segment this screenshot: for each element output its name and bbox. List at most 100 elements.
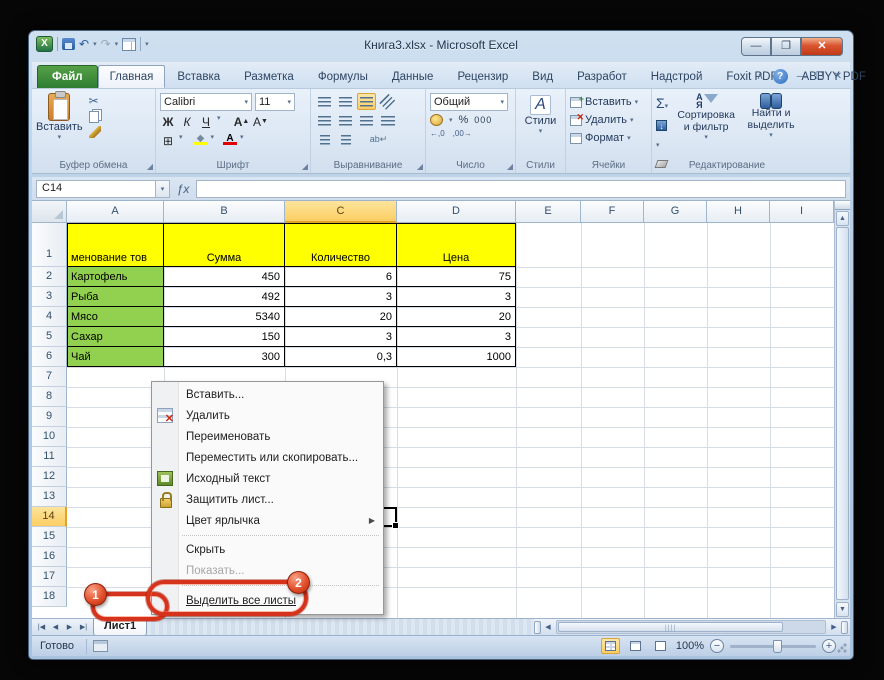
cut-icon[interactable]: ✂ — [89, 95, 101, 108]
number-format-combo[interactable]: Общий▾ — [430, 93, 508, 111]
menu-item-move-copy[interactable]: Переместить или скопировать... — [152, 447, 383, 468]
cell-a4[interactable]: Мясо — [67, 307, 164, 327]
name-box-dropdown-icon[interactable]: ▾ — [156, 180, 170, 198]
align-right-icon[interactable] — [357, 112, 376, 129]
cell-b1[interactable]: Сумма — [164, 223, 285, 267]
zoom-slider-thumb[interactable] — [773, 640, 782, 653]
tab-file[interactable]: Файл — [37, 65, 98, 88]
row-header[interactable]: 9 — [32, 407, 67, 427]
tab-home[interactable]: Главная — [98, 65, 166, 88]
cell-c3[interactable]: 3 — [285, 287, 397, 307]
cell-c4[interactable]: 20 — [285, 307, 397, 327]
font-dialog-launcher-icon[interactable]: ◢ — [302, 162, 308, 171]
tab-data[interactable]: Данные — [380, 65, 446, 88]
decrease-decimal-icon[interactable]: ,00→ — [453, 129, 472, 138]
decrease-indent-icon[interactable] — [315, 131, 334, 148]
menu-item-protect-sheet[interactable]: Защитить лист... — [152, 489, 383, 510]
doc-restore-icon[interactable]: ❐ — [816, 71, 825, 82]
scroll-up-icon[interactable]: ▲ — [836, 211, 849, 226]
underline-button[interactable]: Ч — [198, 114, 214, 130]
next-sheet-icon[interactable]: ▶ — [63, 621, 76, 634]
column-header-a[interactable]: A — [67, 201, 164, 223]
cell-c6[interactable]: 0,3 — [285, 347, 397, 367]
column-header-b[interactable]: B — [164, 201, 285, 223]
font-color-icon[interactable]: А — [223, 133, 237, 149]
italic-button[interactable]: К — [179, 114, 195, 130]
font-size-combo[interactable]: 11▾ — [255, 93, 295, 111]
cell-c2[interactable]: 6 — [285, 267, 397, 287]
align-left-icon[interactable] — [315, 112, 334, 129]
zoom-in-icon[interactable]: + — [822, 639, 836, 653]
cell-b2[interactable]: 450 — [164, 267, 285, 287]
cell-a1[interactable]: менование тов — [67, 223, 164, 267]
tab-addins[interactable]: Надстрой — [639, 65, 715, 88]
menu-item-delete[interactable]: Удалить — [152, 405, 383, 426]
align-top-icon[interactable] — [315, 93, 334, 110]
align-bottom-icon[interactable] — [357, 93, 376, 110]
restore-button[interactable]: ❐ — [771, 37, 801, 56]
sheet-tab-list1[interactable]: Лист1 — [93, 619, 147, 636]
font-name-combo[interactable]: Calibri▾ — [160, 93, 252, 111]
format-painter-icon[interactable] — [89, 126, 101, 138]
paste-button[interactable]: Вставить ▾ — [36, 93, 83, 141]
name-box[interactable]: C14 — [36, 180, 156, 198]
zoom-slider[interactable] — [730, 645, 816, 648]
cell-d3[interactable]: 3 — [397, 287, 516, 307]
row-header[interactable]: 18 — [32, 587, 67, 607]
normal-view-button[interactable] — [601, 638, 620, 654]
percent-icon[interactable]: % — [459, 114, 469, 126]
delete-cells-button[interactable]: ✕Удалить▾ — [570, 111, 647, 129]
tab-page-layout[interactable]: Разметка — [232, 65, 306, 88]
menu-item-rename[interactable]: Переименовать — [152, 426, 383, 447]
tab-split-handle[interactable] — [534, 621, 541, 634]
row-header[interactable]: 11 — [32, 447, 67, 467]
zoom-out-icon[interactable]: − — [710, 639, 724, 653]
row-header[interactable]: 3 — [32, 287, 67, 307]
alignment-dialog-launcher-icon[interactable]: ◢ — [417, 162, 423, 171]
align-center-icon[interactable] — [336, 112, 355, 129]
cell-b5[interactable]: 150 — [164, 327, 285, 347]
last-sheet-icon[interactable]: ▶| — [77, 621, 90, 634]
fx-icon[interactable]: ƒx — [170, 182, 196, 196]
page-break-view-button[interactable] — [651, 638, 670, 654]
menu-item-view-code[interactable]: Исходный текст — [152, 468, 383, 489]
comma-style-icon[interactable]: 000 — [474, 115, 492, 125]
column-header-g[interactable]: G — [644, 201, 707, 223]
horizontal-scroll-thumb[interactable] — [558, 622, 783, 632]
doc-minimize-icon[interactable]: — — [797, 71, 807, 82]
format-cells-button[interactable]: Формат▾ — [570, 129, 647, 147]
row-header[interactable]: 15 — [32, 527, 67, 547]
cell-d2[interactable]: 75 — [397, 267, 516, 287]
increase-decimal-icon[interactable]: ←,0 — [430, 129, 445, 138]
autosum-icon[interactable]: Σ▾ — [656, 95, 668, 113]
vertical-scrollbar[interactable]: ▲ ▼ — [834, 201, 850, 618]
row-header[interactable]: 16 — [32, 547, 67, 567]
cell-d1[interactable]: Цена — [397, 223, 516, 267]
accounting-format-icon[interactable] — [430, 114, 443, 126]
menu-item-tab-color[interactable]: Цвет ярлычка▶ — [152, 510, 383, 531]
column-header-e[interactable]: E — [516, 201, 581, 223]
number-dialog-launcher-icon[interactable]: ◢ — [507, 162, 513, 171]
cell-a2[interactable]: Картофель — [67, 267, 164, 287]
row-header[interactable]: 7 — [32, 367, 67, 387]
cell-c1[interactable]: Количество — [285, 223, 397, 267]
insert-cells-button[interactable]: +Вставить▾ — [570, 93, 647, 111]
formula-input[interactable] — [196, 180, 846, 198]
shrink-font-button[interactable]: А▼ — [253, 114, 269, 130]
row-header[interactable]: 5 — [32, 327, 67, 347]
cell-d4[interactable]: 20 — [397, 307, 516, 327]
row-header[interactable]: 10 — [32, 427, 67, 447]
row-header[interactable]: 2 — [32, 267, 67, 287]
help-icon[interactable]: ? — [773, 69, 788, 84]
cell-a5[interactable]: Сахар — [67, 327, 164, 347]
cell-d6[interactable]: 1000 — [397, 347, 516, 367]
resize-grip[interactable] — [836, 642, 848, 654]
cell-b6[interactable]: 300 — [164, 347, 285, 367]
cell-a6[interactable]: Чай — [67, 347, 164, 367]
scroll-right-icon[interactable]: ▶ — [827, 621, 841, 634]
cell-b4[interactable]: 5340 — [164, 307, 285, 327]
zoom-level[interactable]: 100% — [676, 640, 704, 652]
row-header[interactable]: 13 — [32, 487, 67, 507]
row-header[interactable]: 1 — [32, 223, 67, 267]
scroll-left-icon[interactable]: ◀ — [541, 621, 555, 634]
